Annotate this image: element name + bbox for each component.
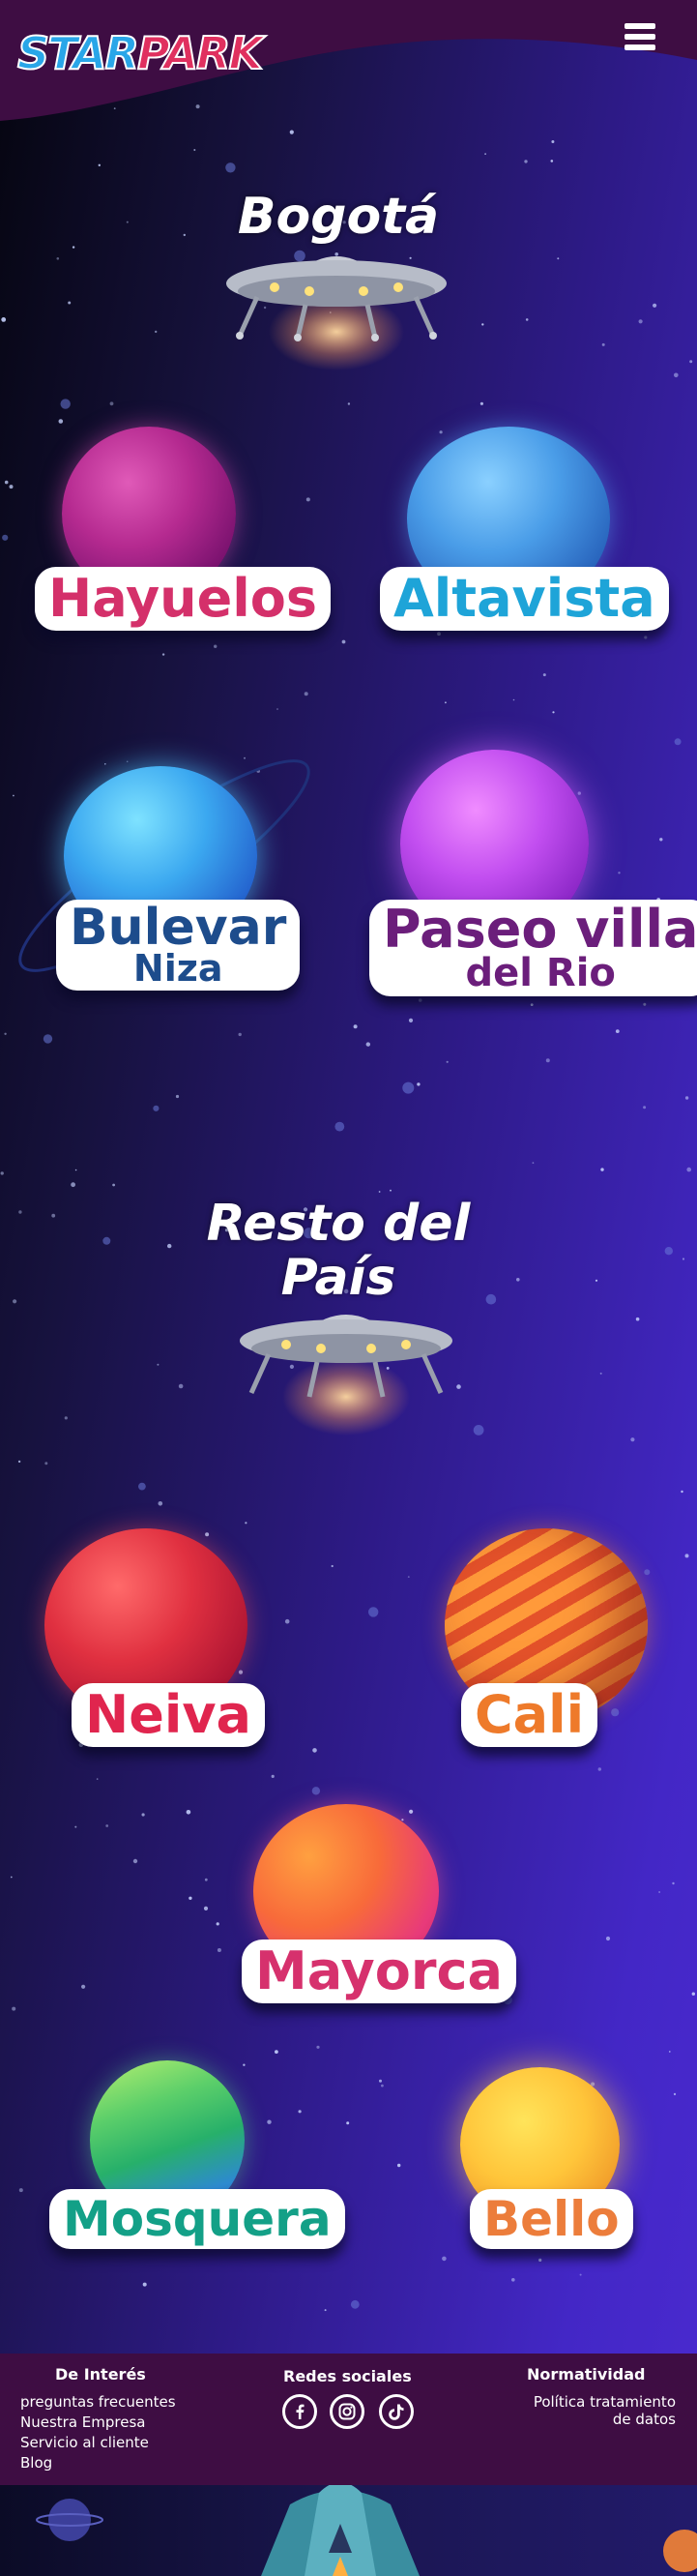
park-bulevar-niza[interactable]: Bulevar Niza <box>10 745 319 1006</box>
rocket-icon <box>36 2485 697 2576</box>
footer-interest-title: De Interés <box>55 2365 146 2384</box>
park-label-bulevar: Bulevar Niza <box>56 900 301 991</box>
park-label-neiva: Neiva <box>72 1683 265 1747</box>
park-cali[interactable]: Cali <box>440 1524 662 1765</box>
logo-park-text: PARK <box>136 26 264 80</box>
park-label-altavista: Altavista <box>380 567 669 631</box>
tiktok-icon[interactable] <box>379 2394 414 2429</box>
park-label-bello: Bello <box>470 2189 633 2249</box>
park-name: Hayuelos <box>48 568 317 629</box>
park-name: Mayorca <box>255 1940 503 2001</box>
bottom-decoration <box>0 2485 697 2576</box>
park-name: Altavista <box>393 568 655 629</box>
park-name: Bello <box>483 2191 620 2247</box>
footer-social-title: Redes sociales <box>283 2367 412 2385</box>
header: STAR PARK <box>0 0 697 121</box>
park-mosquera[interactable]: Mosquera <box>44 2056 345 2278</box>
footer-link-preguntas-frecuentes[interactable]: preguntas frecuentes <box>20 2392 176 2413</box>
park-label-mosquera: Mosquera <box>49 2189 345 2249</box>
park-subname: del Rio <box>465 951 616 995</box>
page: STAR PARK Bogotá Hayuelos Altavista Bule… <box>0 0 697 2576</box>
park-label-hayuelos: Hayuelos <box>35 567 331 631</box>
park-label-mayorca: Mayorca <box>242 1939 516 2003</box>
instagram-icon[interactable] <box>330 2394 364 2429</box>
park-label-paseo: Paseo villa del Rio <box>369 900 697 996</box>
footer-link-servicio-cliente[interactable]: Servicio al cliente <box>20 2433 149 2453</box>
park-hayuelos[interactable]: Hayuelos <box>29 422 331 664</box>
footer-link-politica-line2[interactable]: de datos <box>613 2410 676 2430</box>
park-name: Mosquera <box>63 2191 332 2247</box>
ufo-icon <box>240 1315 452 1436</box>
park-name: Neiva <box>85 1684 251 1745</box>
park-name: Cali <box>475 1684 585 1745</box>
section-title-resto-line1: Resto del <box>206 1195 471 1253</box>
footer-norm-title: Normatividad <box>527 2365 646 2384</box>
ufo-icon <box>226 256 447 370</box>
hamburger-menu-icon[interactable] <box>624 23 655 50</box>
footer-link-blog[interactable]: Blog <box>20 2453 52 2473</box>
park-mayorca[interactable]: Mayorca <box>232 1799 516 2022</box>
park-bello[interactable]: Bello <box>445 2056 638 2278</box>
park-altavista[interactable]: Altavista <box>372 422 669 664</box>
park-paseo-villa-del-rio[interactable]: Paseo villa del Rio <box>358 745 697 1006</box>
starpark-logo[interactable]: STAR PARK <box>16 26 264 80</box>
facebook-icon[interactable] <box>282 2394 317 2429</box>
logo-star-text: STAR <box>16 26 140 80</box>
park-neiva[interactable]: Neiva <box>39 1524 271 1765</box>
footer: De Interés preguntas frecuentes Nuestra … <box>0 2354 697 2485</box>
footer-link-nuestra-empresa[interactable]: Nuestra Empresa <box>20 2413 145 2433</box>
park-label-cali: Cali <box>461 1683 598 1747</box>
